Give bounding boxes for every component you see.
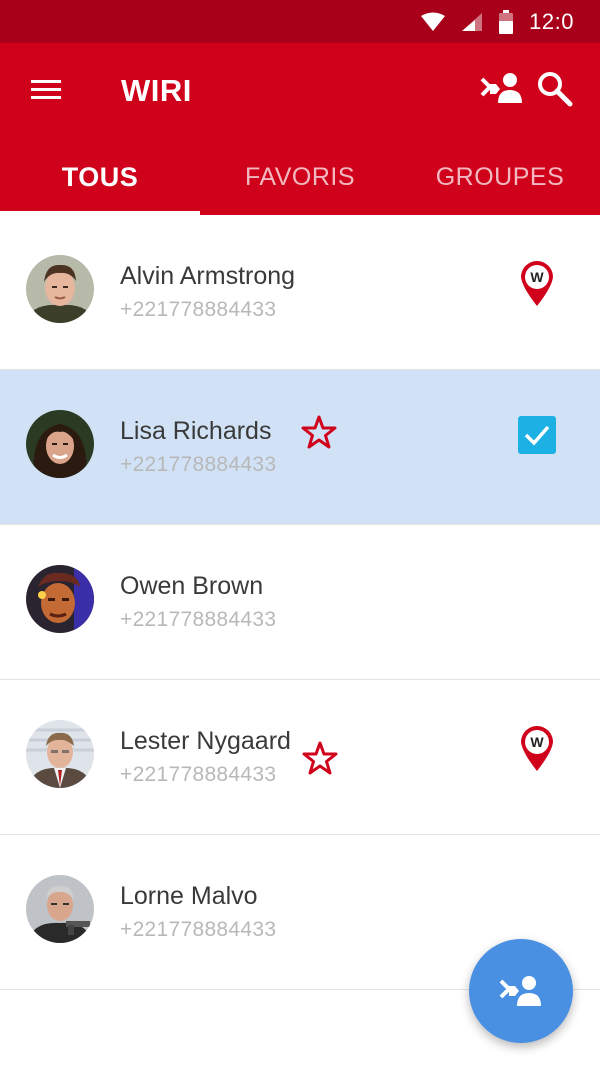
- avatar: [26, 720, 94, 788]
- contact-name: Owen Brown: [120, 572, 264, 600]
- cell-signal-icon: [462, 12, 483, 31]
- wiri-location-pin-icon: W: [519, 259, 555, 307]
- contact-name: Lorne Malvo: [120, 882, 258, 910]
- contact-phone: +221778884433: [120, 763, 277, 786]
- contact-name: Lester Nygaard: [120, 727, 291, 755]
- status-bar: 12:0: [0, 0, 600, 43]
- app-bar: WIRI TOUS FAVORIS GROUPES: [0, 43, 600, 215]
- app-title: WIRI: [121, 73, 192, 108]
- contact-row[interactable]: Alvin Armstrong +221778884433 W: [0, 215, 600, 370]
- toolbar: WIRI: [0, 43, 600, 139]
- menu-icon: [31, 80, 61, 99]
- contact-name: Lisa Richards: [120, 417, 272, 445]
- contact-phone: +221778884433: [120, 453, 277, 476]
- avatar: [26, 875, 94, 943]
- avatar: [26, 255, 94, 323]
- tab-label: TOUS: [61, 161, 139, 192]
- contact-phone: +221778884433: [120, 608, 277, 631]
- tab-label: GROUPES: [435, 162, 565, 191]
- battery-icon: [499, 9, 514, 34]
- tab-groupes[interactable]: GROUPES: [400, 139, 600, 215]
- wiri-location-pin-icon: W: [519, 724, 555, 772]
- contact-row[interactable]: Lester Nygaard +221778884433 W: [0, 680, 600, 835]
- star-outline-icon[interactable]: [302, 740, 338, 776]
- contact-row[interactable]: Owen Brown +221778884433: [0, 525, 600, 680]
- contact-phone: +221778884433: [120, 298, 277, 321]
- avatar: [26, 565, 94, 633]
- search-icon: [538, 72, 573, 107]
- add-contact-icon: [480, 73, 522, 103]
- star-outline-icon[interactable]: [301, 414, 337, 450]
- contact-row[interactable]: Lisa Richards +221778884433: [0, 370, 600, 525]
- menu-button[interactable]: [28, 73, 64, 105]
- search-button[interactable]: [535, 69, 575, 109]
- svg-text:W: W: [530, 734, 544, 750]
- contact-list: Alvin Armstrong +221778884433 W Lisa Ric…: [0, 215, 600, 990]
- svg-text:W: W: [530, 269, 544, 285]
- add-contact-icon: [499, 976, 541, 1006]
- contact-phone: +221778884433: [120, 918, 277, 941]
- status-time: 12:0: [529, 8, 574, 34]
- tab-label: FAVORIS: [244, 162, 355, 191]
- tab-tous[interactable]: TOUS: [0, 139, 200, 215]
- add-contact-button[interactable]: [480, 69, 524, 109]
- checkbox-checked-icon[interactable]: [518, 416, 556, 454]
- tab-bar: TOUS FAVORIS GROUPES: [0, 139, 600, 215]
- add-contact-fab[interactable]: [469, 939, 573, 1043]
- avatar: [26, 410, 94, 478]
- wifi-icon: [421, 12, 446, 31]
- tab-favoris[interactable]: FAVORIS: [200, 139, 400, 215]
- contact-name: Alvin Armstrong: [120, 262, 296, 290]
